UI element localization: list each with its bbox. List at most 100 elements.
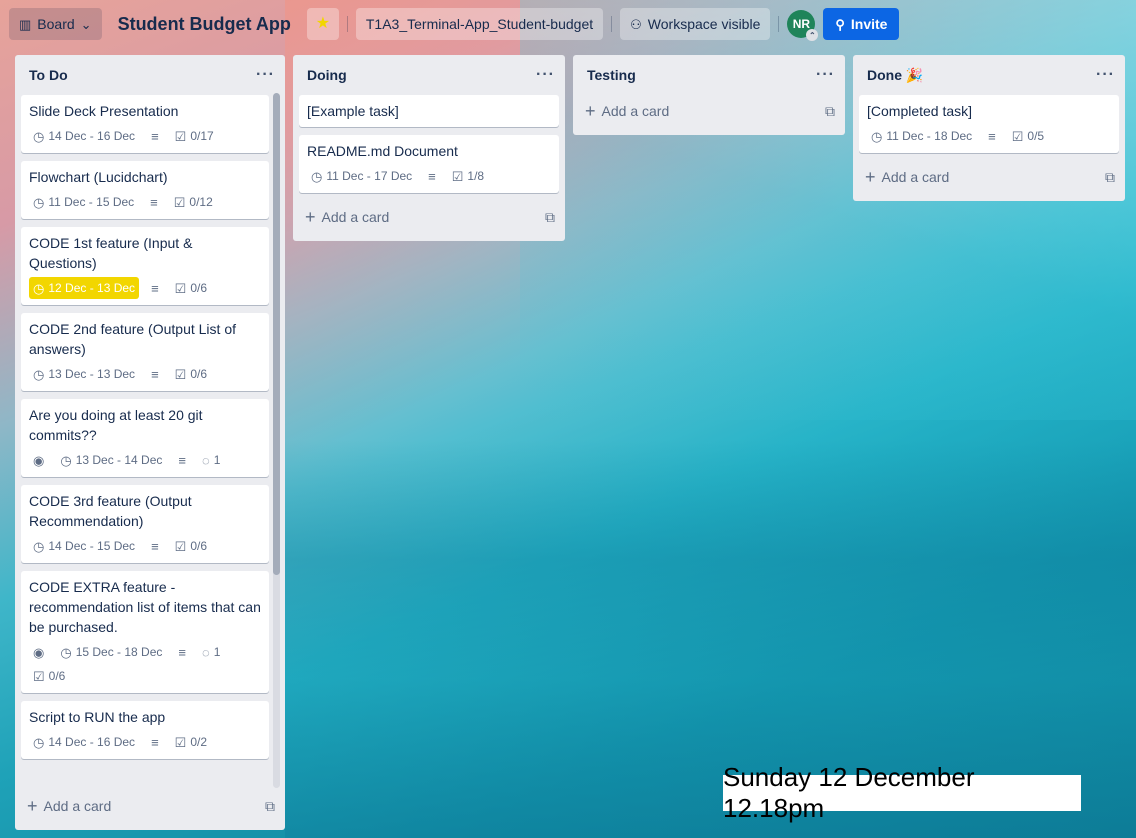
list-menu-icon[interactable]: ··· bbox=[256, 66, 275, 84]
checklist-count: 0/12 bbox=[189, 195, 213, 209]
list-header[interactable]: Testing ··· bbox=[573, 55, 845, 95]
eye-icon: ◉ bbox=[33, 644, 45, 660]
board-view-label: Board bbox=[37, 16, 75, 32]
card-title: CODE 2nd feature (Output List of answers… bbox=[29, 321, 236, 357]
card[interactable]: CODE 2nd feature (Output List of answers… bbox=[21, 313, 269, 391]
card[interactable]: Are you doing at least 20 git commits?? … bbox=[21, 399, 269, 477]
list-header[interactable]: To Do ··· bbox=[15, 55, 285, 95]
checklist-icon: ☑ bbox=[174, 538, 187, 554]
card[interactable]: [Completed task] ◷ 11 Dec - 18 Dec ≡ ☑ 0/5 bbox=[859, 95, 1119, 153]
due-date-badge[interactable]: ◷ 14 Dec - 15 Dec bbox=[29, 535, 139, 557]
due-date-badge[interactable]: ◷ 14 Dec - 16 Dec bbox=[29, 125, 139, 147]
list-title[interactable]: Done 🎉 bbox=[867, 67, 923, 84]
card[interactable]: CODE 1st feature (Input & Questions) ◷ 12… bbox=[21, 227, 269, 305]
list-to-do: To Do ··· Slide Deck Presentation ◷ 14 De… bbox=[15, 55, 285, 830]
due-date-text: 15 Dec - 18 Dec bbox=[75, 645, 163, 659]
plus-icon: + bbox=[865, 166, 876, 187]
plus-icon: + bbox=[585, 100, 596, 121]
list-header[interactable]: Doing ··· bbox=[293, 55, 565, 95]
member-avatar[interactable]: NR ⌃ bbox=[787, 10, 819, 41]
description-badge: ≡ bbox=[174, 641, 190, 663]
card-title: CODE 3rd feature (Output Recommendation) bbox=[29, 493, 192, 529]
card-template-icon[interactable]: ⧉ bbox=[1105, 169, 1115, 186]
due-date-text: 12 Dec - 13 Dec bbox=[48, 281, 136, 295]
card[interactable]: Flowchart (Lucidchart) ◷ 11 Dec - 15 Dec … bbox=[21, 161, 269, 219]
due-date-badge[interactable]: ◷ 14 Dec - 16 Dec bbox=[29, 731, 139, 753]
plus-icon: + bbox=[27, 795, 38, 816]
clock-icon: ◷ bbox=[33, 128, 45, 144]
add-card-label: Add a card bbox=[601, 103, 670, 119]
star-board-button[interactable]: ★ bbox=[306, 8, 339, 40]
card-title: [Example task] bbox=[307, 103, 399, 119]
card-template-icon[interactable]: ⧉ bbox=[545, 209, 555, 226]
card[interactable]: CODE EXTRA feature - recommendation list… bbox=[21, 571, 269, 693]
list-menu-icon[interactable]: ··· bbox=[816, 66, 835, 84]
list-title[interactable]: Doing bbox=[307, 67, 347, 83]
add-card-button[interactable]: + Add a card ⧉ bbox=[853, 161, 1125, 193]
watching-badge: ◉ bbox=[29, 641, 48, 663]
card[interactable]: README.md Document ◷ 11 Dec - 17 Dec ≡ ☑ 1… bbox=[299, 135, 559, 193]
description-badge: ≡ bbox=[174, 449, 190, 471]
card-title: Slide Deck Presentation bbox=[29, 103, 179, 119]
avatar-initials: NR bbox=[792, 17, 811, 31]
comments-count: 1 bbox=[213, 645, 221, 659]
add-card-button[interactable]: + Add a card ⧉ bbox=[573, 95, 845, 127]
workspace-button[interactable]: T1A3_Terminal-App_Student-budget bbox=[355, 8, 604, 40]
checklist-badge: ☑ 0/6 bbox=[171, 277, 211, 299]
due-date-badge[interactable]: ◷ 13 Dec - 13 Dec bbox=[29, 363, 139, 385]
card-title: Are you doing at least 20 git commits?? bbox=[29, 407, 203, 443]
checklist-icon: ☑ bbox=[174, 280, 187, 296]
list-title[interactable]: To Do bbox=[29, 67, 68, 83]
comment-icon: ◌ bbox=[202, 452, 210, 468]
people-icon: ⚇ bbox=[630, 16, 642, 32]
list-title[interactable]: Testing bbox=[587, 67, 636, 83]
eye-icon: ◉ bbox=[33, 452, 45, 468]
card-title: README.md Document bbox=[307, 143, 458, 159]
card-title: [Completed task] bbox=[867, 103, 973, 119]
checklist-badge: ☑ 0/2 bbox=[171, 731, 211, 753]
due-date-badge[interactable]: ◷ 12 Dec - 13 Dec bbox=[29, 277, 140, 299]
card[interactable]: Slide Deck Presentation ◷ 14 Dec - 16 Dec… bbox=[21, 95, 269, 153]
card[interactable]: [Example task] bbox=[299, 95, 559, 127]
visibility-button[interactable]: ⚇ Workspace visible bbox=[620, 8, 771, 40]
due-date-badge[interactable]: ◷ 13 Dec - 14 Dec bbox=[56, 449, 166, 471]
comments-count: 1 bbox=[213, 453, 221, 467]
due-date-text: 14 Dec - 16 Dec bbox=[48, 129, 136, 143]
due-date-text: 13 Dec - 13 Dec bbox=[48, 367, 136, 381]
scrollbar-thumb[interactable] bbox=[273, 93, 280, 575]
checklist-count: 0/6 bbox=[190, 281, 207, 295]
due-date-badge[interactable]: ◷ 11 Dec - 17 Dec bbox=[307, 165, 416, 187]
board-view-switcher[interactable]: ▥ Board ⌄ bbox=[9, 8, 102, 40]
list-menu-icon[interactable]: ··· bbox=[1096, 66, 1115, 84]
clock-icon: ◷ bbox=[60, 644, 72, 660]
due-date-badge[interactable]: ◷ 11 Dec - 18 Dec bbox=[867, 125, 976, 147]
due-date-badge[interactable]: ◷ 15 Dec - 18 Dec bbox=[56, 641, 166, 663]
overlay-timestamp: Sunday 12 December 12.18pm bbox=[723, 762, 1081, 823]
card[interactable]: CODE 3rd feature (Output Recommendation)… bbox=[21, 485, 269, 563]
chevron-down-icon: ⌄ bbox=[80, 16, 92, 32]
description-icon: ≡ bbox=[428, 168, 436, 184]
clock-icon: ◷ bbox=[311, 168, 323, 184]
card-template-icon[interactable]: ⧉ bbox=[265, 798, 275, 815]
board-view-icon: ▥ bbox=[19, 16, 32, 32]
description-badge: ≡ bbox=[147, 731, 163, 753]
card[interactable]: Script to RUN the app ◷ 14 Dec - 16 Dec ≡… bbox=[21, 701, 269, 759]
due-date-text: 14 Dec - 16 Dec bbox=[48, 735, 136, 749]
add-card-button[interactable]: + Add a card ⧉ bbox=[293, 201, 565, 233]
due-date-text: 14 Dec - 15 Dec bbox=[48, 539, 136, 553]
invite-button[interactable]: ⚲ Invite bbox=[823, 8, 900, 40]
checklist-badge: ☑ 0/6 bbox=[171, 363, 211, 385]
due-date-badge[interactable]: ◷ 11 Dec - 15 Dec bbox=[29, 191, 138, 213]
description-icon: ≡ bbox=[178, 644, 186, 660]
checklist-icon: ☑ bbox=[173, 194, 186, 210]
card-template-icon[interactable]: ⧉ bbox=[825, 103, 835, 120]
clock-icon: ◷ bbox=[60, 452, 72, 468]
list-header[interactable]: Done 🎉 ··· bbox=[853, 55, 1125, 95]
checklist-badge: ☑ 0/6 bbox=[29, 665, 69, 687]
description-badge: ≡ bbox=[147, 125, 163, 147]
list-scrollbar[interactable] bbox=[273, 93, 280, 788]
list-menu-icon[interactable]: ··· bbox=[536, 66, 555, 84]
board-title[interactable]: Student Budget App bbox=[110, 14, 299, 35]
comments-badge: ◌ 1 bbox=[198, 641, 224, 663]
add-card-button[interactable]: + Add a card ⧉ bbox=[15, 790, 285, 822]
